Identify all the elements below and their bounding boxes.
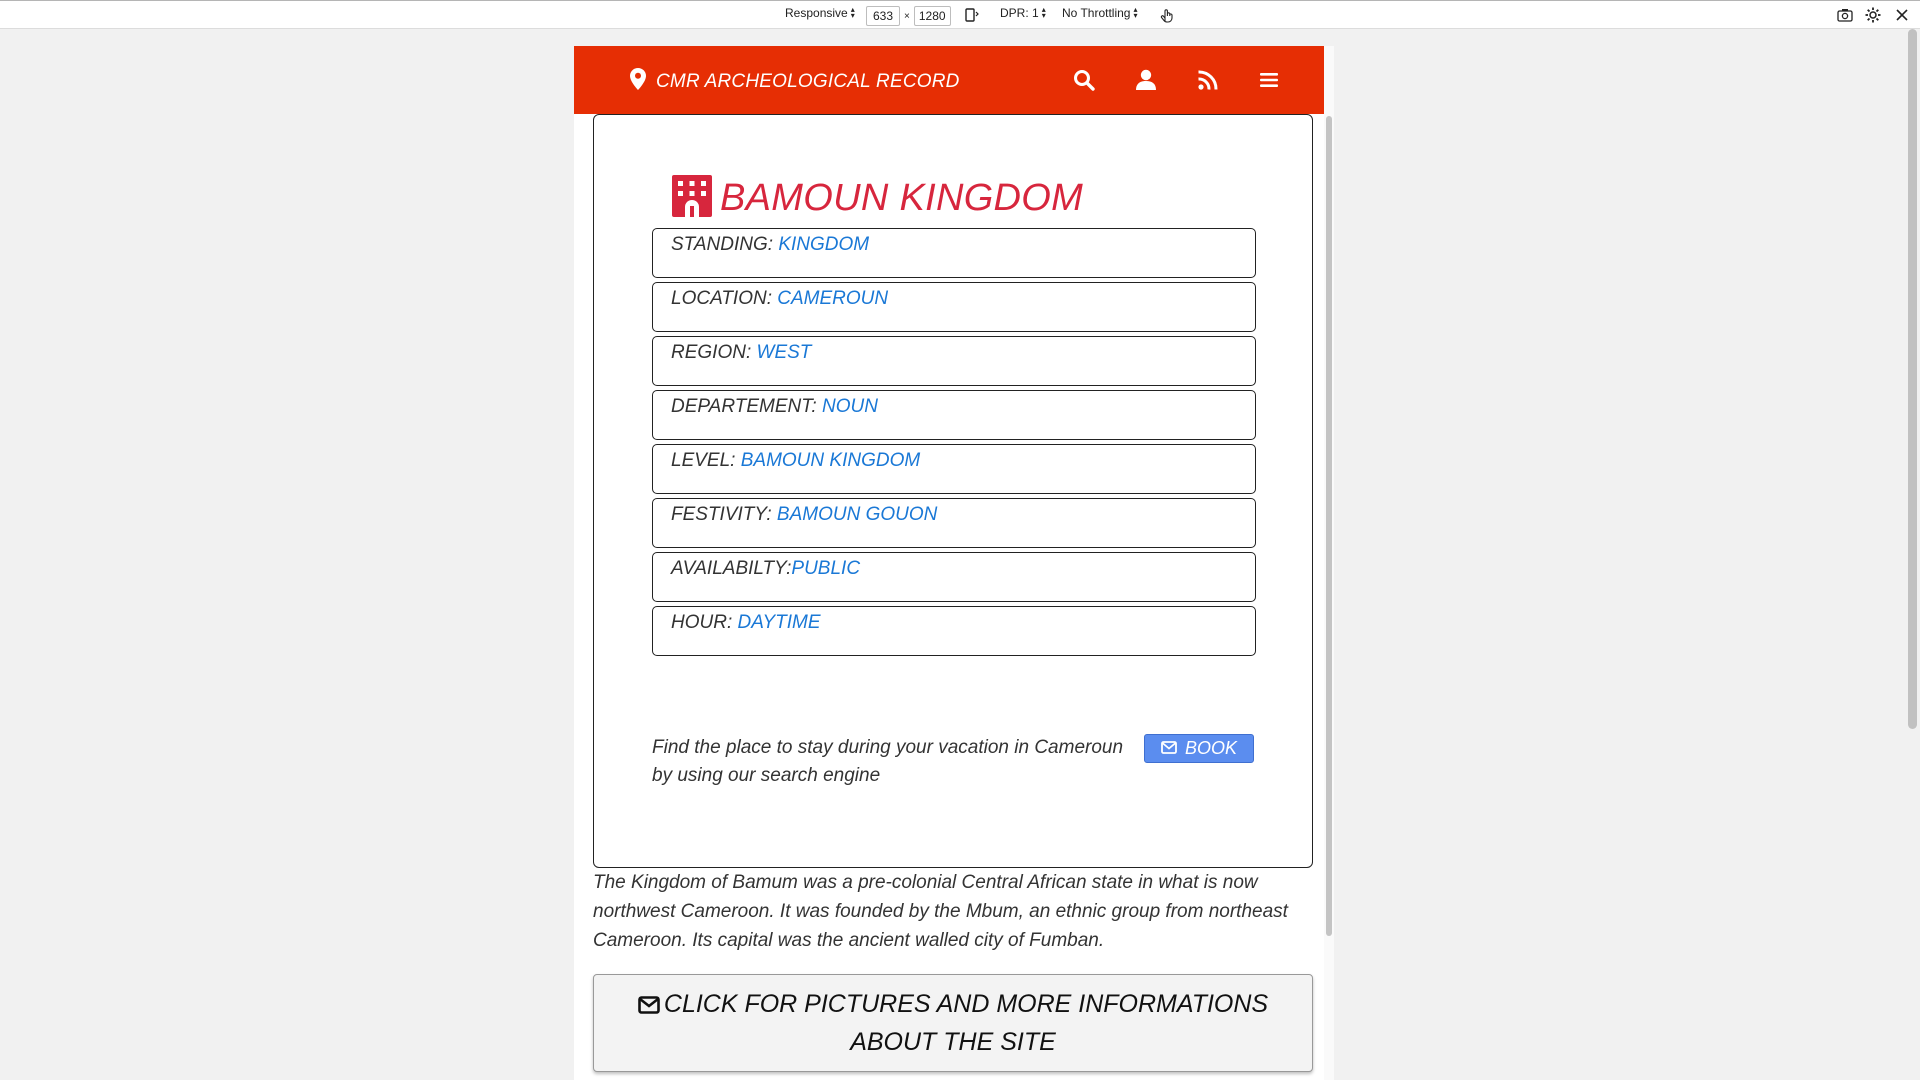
info-row-standing: STANDING: KINGDOM xyxy=(652,228,1256,278)
info-row-location: LOCATION: CAMEROUN xyxy=(652,282,1256,332)
dpr-label: DPR: 1 xyxy=(1000,6,1039,20)
dpr-selector[interactable]: DPR: 1 ▴ ▾ xyxy=(1000,5,1046,21)
info-label: LOCATION: xyxy=(671,288,778,309)
rotate-icon[interactable] xyxy=(962,6,980,24)
info-row-hour: HOUR: DAYTIME xyxy=(652,606,1256,656)
info-label: REGION: xyxy=(671,342,757,363)
book-label: BOOK xyxy=(1184,738,1237,758)
booking-promo-text: Find the place to stay during your vacat… xyxy=(652,737,1124,786)
info-label: DEPARTEMENT: xyxy=(671,396,822,417)
info-value-link[interactable]: PUBLIC xyxy=(791,558,860,579)
envelope-icon xyxy=(1161,738,1177,759)
device-selector[interactable]: Responsive ▴ ▾ xyxy=(785,5,855,21)
info-row-level: LEVEL: BAMOUN KINGDOM xyxy=(652,444,1256,494)
info-row-region: REGION: WEST xyxy=(652,336,1256,386)
rss-icon[interactable] xyxy=(1194,66,1222,94)
updown-icon: ▴ ▾ xyxy=(850,5,855,20)
more-info-button[interactable]: CLICK FOR PICTURES AND MORE INFORMATIONS… xyxy=(593,974,1313,1072)
brand-link[interactable]: CMR ARCHEOLOGICAL RECORD xyxy=(630,68,960,95)
info-label: FESTIVITY: xyxy=(671,504,777,525)
info-value-link[interactable]: WEST xyxy=(757,342,812,363)
site-header: CMR ARCHEOLOGICAL RECORD xyxy=(574,46,1334,114)
info-value-link[interactable]: DAYTIME xyxy=(738,612,821,633)
close-icon[interactable] xyxy=(1893,6,1911,24)
settings-icon[interactable] xyxy=(1864,6,1882,24)
map-marker-icon xyxy=(630,68,646,95)
page-scrollbar-thumb[interactable] xyxy=(1326,116,1332,936)
updown-icon: ▴ ▾ xyxy=(1041,5,1046,20)
envelope-icon xyxy=(638,988,660,1024)
info-row-festivity: FESTIVITY: BAMOUN GOUON xyxy=(652,498,1256,548)
info-label: HOUR: xyxy=(671,612,738,633)
book-button[interactable]: BOOK xyxy=(1144,734,1254,763)
info-label: STANDING: xyxy=(671,234,779,255)
more-info-label: CLICK FOR PICTURES AND MORE INFORMATIONS… xyxy=(663,990,1269,1056)
info-label: LEVEL: xyxy=(671,450,741,471)
screenshot-icon[interactable] xyxy=(1836,6,1854,24)
responsive-viewport: CMR ARCHEOLOGICAL RECORD BAMOUN KINGDOM … xyxy=(574,46,1334,1080)
page-title: BAMOUN KINGDOM xyxy=(720,177,1084,219)
info-row-departement: DEPARTEMENT: NOUN xyxy=(652,390,1256,440)
throttling-selector[interactable]: No Throttling ▴ ▾ xyxy=(1062,5,1138,21)
site-description: The Kingdom of Bamum was a pre-colonial … xyxy=(593,872,1288,951)
throttling-label: No Throttling xyxy=(1062,6,1131,20)
device-label: Responsive xyxy=(785,6,848,20)
info-label: AVAILABILTY: xyxy=(671,558,792,579)
info-value-link[interactable]: NOUN xyxy=(822,396,878,417)
times-sign: × xyxy=(904,10,910,22)
height-input[interactable]: 1280 xyxy=(913,6,951,26)
page-heading: BAMOUN KINGDOM xyxy=(670,175,1083,222)
building-icon xyxy=(670,175,714,222)
info-value-link[interactable]: KINGDOM xyxy=(778,234,869,255)
hamburger-menu-icon[interactable] xyxy=(1255,66,1283,94)
info-row-availability: AVAILABILTY:PUBLIC xyxy=(652,552,1256,602)
page-scrollbar[interactable] xyxy=(1324,46,1334,1080)
site-card: BAMOUN KINGDOM STANDING: KINGDOM LOCATIO… xyxy=(593,114,1313,868)
info-list: STANDING: KINGDOM LOCATION: CAMEROUN REG… xyxy=(652,228,1256,660)
info-value-link[interactable]: BAMOUN KINGDOM xyxy=(741,450,920,471)
search-icon[interactable] xyxy=(1070,66,1098,94)
width-input[interactable]: 633 xyxy=(866,6,900,26)
viewport-scrollbar-thumb[interactable] xyxy=(1908,29,1917,729)
viewport-scrollbar[interactable] xyxy=(1905,29,1920,1080)
site-title: CMR ARCHEOLOGICAL RECORD xyxy=(656,70,960,92)
updown-icon: ▴ ▾ xyxy=(1133,5,1138,20)
info-value-link[interactable]: CAMEROUN xyxy=(777,288,888,309)
responsive-toolbar: Responsive ▴ ▾ 633 × 1280 DPR: 1 ▴ ▾ No Thro… xyxy=(0,0,1920,29)
user-icon[interactable] xyxy=(1132,66,1160,94)
touch-icon[interactable] xyxy=(1158,6,1176,24)
info-value-link[interactable]: BAMOUN GOUON xyxy=(777,504,937,525)
